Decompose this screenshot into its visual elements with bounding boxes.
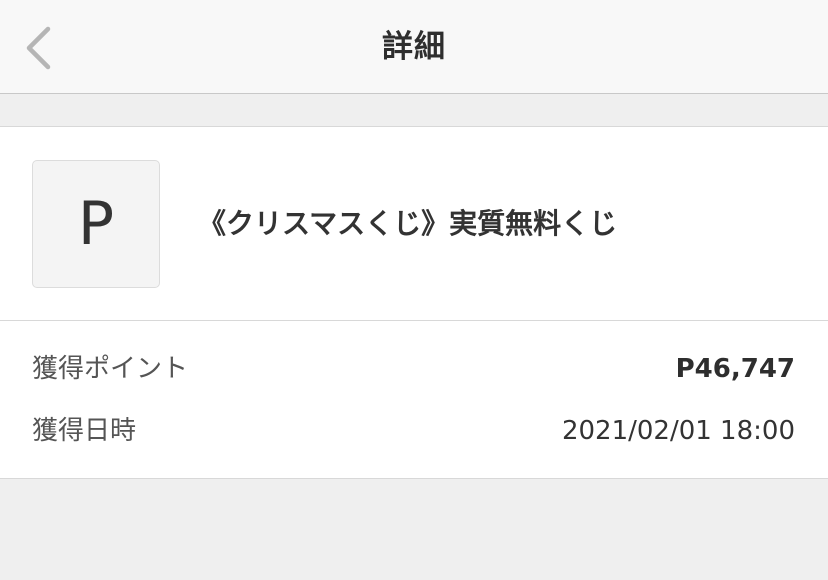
page-title: 詳細 bbox=[382, 29, 446, 65]
date-value: 2021/02/01 18:00 bbox=[561, 416, 795, 446]
date-label: 獲得日時 bbox=[32, 416, 137, 446]
points-label: 獲得ポイント bbox=[32, 354, 189, 384]
detail-row-date: 獲得日時 2021/02/01 18:00 bbox=[32, 411, 795, 451]
item-header-card: P 《クリスマスくじ》実質無料くじ bbox=[0, 126, 828, 321]
navigation-bar: 詳細 bbox=[0, 0, 828, 94]
campaign-title: 《クリスマスくじ》実質無料くじ bbox=[198, 207, 618, 240]
details-card: 獲得ポイント P46,747 獲得日時 2021/02/01 18:00 bbox=[0, 321, 828, 479]
point-icon: P bbox=[32, 160, 160, 288]
points-value: P46,747 bbox=[675, 354, 795, 384]
detail-row-points: 獲得ポイント P46,747 bbox=[32, 349, 795, 389]
